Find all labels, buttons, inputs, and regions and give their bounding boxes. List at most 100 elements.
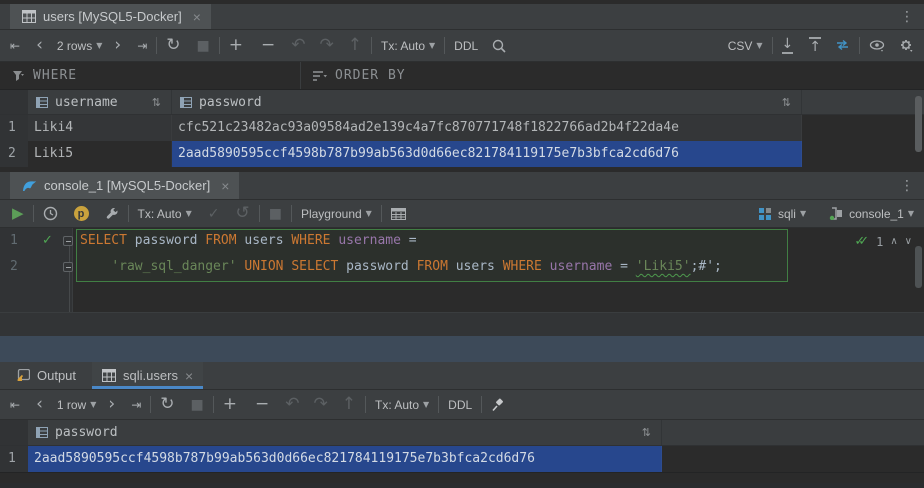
table-cell[interactable]: cfc521c23482ac93a09584ad2e139c4a7fc87077… — [172, 115, 802, 141]
tab-console-1[interactable]: console_1 [MySQL5-Docker] × — [10, 172, 239, 199]
tx-mode-label: Tx: Auto — [138, 207, 182, 221]
table-row[interactable]: 1Liki4cfc521c23482ac93a09584ad2e139c4a7f… — [0, 115, 924, 141]
where-filter[interactable]: WHERE — [0, 62, 89, 89]
table-cell[interactable]: 2aad5890595ccf4598b787b99ab563d0d66ec821… — [28, 446, 662, 472]
session-icon — [828, 207, 843, 220]
export-format-dropdown[interactable]: CSV▼ — [728, 39, 763, 53]
compare-icon[interactable] — [835, 39, 850, 52]
commit-icon: ✓ — [208, 207, 220, 221]
column-header-username[interactable]: username ⇅ — [28, 90, 172, 114]
sort-icon[interactable]: ⇅ — [152, 96, 161, 109]
page-size-dropdown[interactable]: 2 rows▼ — [57, 39, 103, 53]
next-page-icon[interactable]: › — [108, 396, 115, 413]
playground-mode-dropdown[interactable]: Playground▼ — [301, 207, 372, 221]
database-ide-window: users [MySQL5-Docker] × ⋮ ⇤ ‹ 2 rows▼ › … — [0, 0, 924, 488]
settings-gear-icon[interactable] — [899, 39, 914, 53]
grid-corner[interactable] — [0, 90, 28, 114]
editor-line[interactable]: 2 'raw_sql_danger' UNION SELECT password… — [0, 254, 924, 280]
kebab-menu-icon[interactable]: ⋮ — [900, 178, 914, 194]
table-row[interactable]: 12aad5890595ccf4598b787b99ab563d0d66ec82… — [0, 446, 924, 472]
users-data-grid: username ⇅ password ⇅ 1Liki4cfc521c23482… — [0, 90, 924, 172]
results-panel-header — [0, 336, 924, 362]
tx-mode-dropdown[interactable]: Tx: Auto▼ — [381, 39, 435, 53]
add-row-icon[interactable]: + — [223, 396, 237, 413]
tab-sqli-users[interactable]: sqli.users × — [92, 362, 203, 389]
table-cell[interactable]: 2aad5890595ccf4598b787b99ab563d0d66ec821… — [172, 141, 802, 167]
previous-page-icon[interactable]: ‹ — [36, 37, 43, 54]
delete-row-icon[interactable]: − — [255, 396, 269, 413]
grid-rows: 1Liki4cfc521c23482ac93a09584ad2e139c4a7f… — [0, 115, 924, 167]
schema-icon — [758, 207, 772, 220]
sort-icon[interactable]: ⇅ — [782, 96, 791, 109]
session-dropdown[interactable]: console_1 ▼ — [828, 207, 914, 221]
grid-corner[interactable] — [0, 420, 28, 445]
next-result-icon[interactable]: ∨ — [905, 236, 912, 247]
close-icon[interactable]: × — [221, 178, 229, 194]
in-editor-results-icon[interactable] — [391, 208, 406, 220]
column-header-password[interactable]: password ⇅ — [172, 90, 802, 114]
row-number[interactable]: 1 — [0, 446, 28, 472]
column-name: username — [55, 95, 118, 110]
editor-line[interactable]: 1✓SELECT password FROM users WHERE usern… — [0, 228, 924, 254]
refresh-icon[interactable]: ↻ — [166, 37, 180, 54]
close-icon[interactable]: × — [193, 9, 201, 25]
tx-mode-dropdown[interactable]: Tx: Auto▼ — [375, 398, 429, 412]
history-clock-icon[interactable] — [43, 206, 58, 221]
wrench-settings-icon[interactable] — [105, 207, 119, 221]
vertical-scrollbar[interactable] — [915, 96, 922, 152]
statement-success-icon[interactable]: ✓ — [42, 228, 53, 254]
kebab-menu-icon[interactable]: ⋮ — [900, 9, 914, 25]
first-page-icon[interactable]: ⇤ — [10, 399, 20, 411]
ddl-button[interactable]: DDL — [448, 398, 472, 412]
console-toolbar: ▶ p Tx: Auto▼ ✓ ↺ ■ Playground▼ — [0, 200, 924, 228]
close-icon[interactable]: × — [185, 368, 193, 384]
view-options-icon[interactable] — [869, 40, 885, 52]
run-icon[interactable]: ▶ — [12, 206, 24, 221]
chevron-down-icon: ▼ — [186, 209, 192, 218]
rollback-icon: ↺ — [235, 205, 249, 222]
fold-marker-icon[interactable] — [63, 262, 73, 272]
tx-mode-label: Tx: Auto — [375, 398, 419, 412]
last-page-icon[interactable]: ⇥ — [131, 399, 141, 411]
pin-tab-icon[interactable] — [491, 398, 505, 412]
order-by-filter[interactable]: ORDER BY — [300, 62, 418, 89]
tab-title: users [MySQL5-Docker] — [43, 9, 182, 24]
previous-page-icon[interactable]: ‹ — [36, 396, 43, 413]
row-number[interactable]: 2 — [0, 141, 28, 167]
chevron-down-icon: ▼ — [429, 41, 435, 50]
import-data-icon[interactable]: ↑ — [809, 37, 821, 54]
column-header-password[interactable]: password ⇅ — [28, 420, 662, 445]
success-check-icon: ✓✓ — [854, 234, 869, 249]
tab-output[interactable]: Output — [6, 362, 86, 389]
export-data-icon[interactable]: ↓ — [782, 37, 794, 54]
results-toolbar: ⇤ ‹ 1 row▼ › ⇥ ↻ ■ + − ↶ ↷ ↑ Tx: Auto▼ D… — [0, 390, 924, 420]
result-count: 1 — [876, 235, 883, 249]
schema-dropdown[interactable]: sqli ▼ — [758, 207, 806, 221]
table-cell[interactable]: Liki4 — [28, 115, 172, 141]
tab-users-table[interactable]: users [MySQL5-Docker] × — [10, 4, 211, 29]
table-row[interactable]: 2Liki52aad5890595ccf4598b787b99ab563d0d6… — [0, 141, 924, 167]
sql-editor[interactable]: 1✓SELECT password FROM users WHERE usern… — [0, 228, 924, 312]
table-grid-icon — [102, 369, 116, 382]
editor-tab-bar: users [MySQL5-Docker] × ⋮ — [0, 0, 924, 30]
row-number[interactable]: 1 — [0, 115, 28, 141]
ddl-button[interactable]: DDL — [454, 39, 478, 53]
tx-mode-dropdown[interactable]: Tx: Auto ▼ — [138, 207, 192, 221]
table-cell[interactable]: Liki5 — [28, 141, 172, 167]
fold-marker-icon[interactable] — [63, 236, 73, 246]
first-page-icon[interactable]: ⇤ — [10, 40, 20, 52]
add-row-icon[interactable]: + — [229, 37, 243, 54]
grid-header-row: password ⇅ — [0, 420, 924, 446]
where-label: WHERE — [33, 68, 77, 83]
sort-icon[interactable]: ⇅ — [642, 426, 651, 439]
parameters-icon[interactable]: p — [74, 206, 89, 221]
filter-funnel-icon — [12, 70, 25, 82]
last-page-icon[interactable]: ⇥ — [137, 40, 147, 52]
search-icon[interactable] — [492, 39, 506, 53]
next-page-icon[interactable]: › — [114, 37, 121, 54]
page-size-dropdown[interactable]: 1 row▼ — [57, 398, 97, 412]
delete-row-icon[interactable]: − — [261, 37, 275, 54]
editor-scrollbar[interactable] — [915, 246, 922, 288]
refresh-icon[interactable]: ↻ — [160, 396, 174, 413]
previous-result-icon[interactable]: ∧ — [890, 236, 897, 247]
